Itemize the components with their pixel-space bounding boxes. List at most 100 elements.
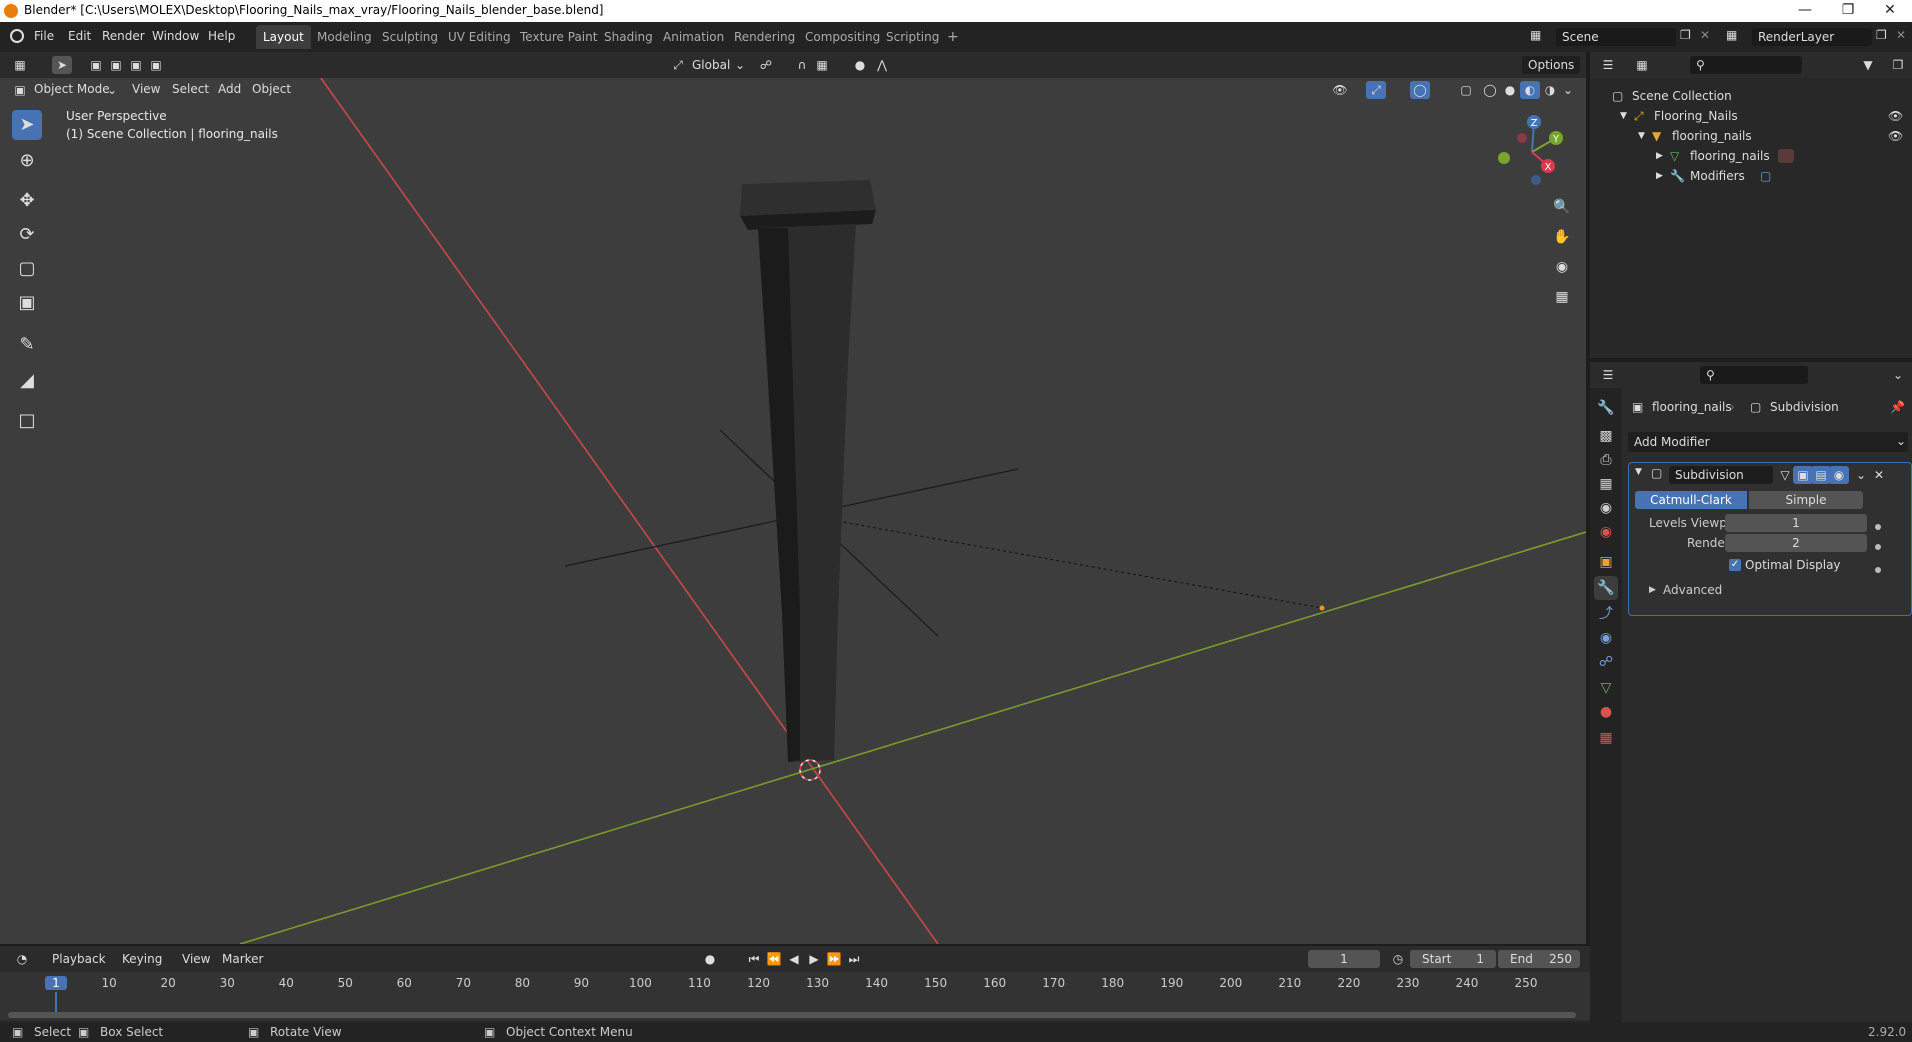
menu-window[interactable]: Window — [152, 29, 199, 43]
menu-playback[interactable]: Playback — [52, 950, 106, 968]
xray-toggle-icon[interactable]: ▢ — [1456, 81, 1476, 99]
select-box-tool-icon[interactable]: ➤ — [12, 110, 42, 140]
select-mode-subtract-icon[interactable]: ▣ — [126, 56, 146, 74]
menu-marker[interactable]: Marker — [222, 950, 263, 968]
solid-shading-icon[interactable]: ● — [1500, 81, 1520, 99]
add-modifier-dropdown[interactable]: Add Modifier ⌄ — [1628, 432, 1908, 452]
rotate-tool-icon[interactable]: ⟳ — [12, 220, 42, 250]
object-mode-dropdown[interactable]: Object Mode — [34, 80, 110, 98]
levels-viewport-field[interactable]: 1 — [1725, 514, 1867, 532]
world-tab-icon[interactable]: ◉ — [1594, 520, 1618, 544]
measure-tool-icon[interactable]: ◢ — [12, 366, 42, 396]
tab-shading[interactable]: Shading — [597, 25, 660, 49]
keyframe-dot-icon[interactable] — [1875, 519, 1881, 533]
menu-file[interactable]: File — [34, 29, 54, 43]
outliner-search-input[interactable]: ⚲ — [1690, 56, 1802, 74]
tab-uv-editing[interactable]: UV Editing — [441, 25, 518, 49]
timeline-scrollbar[interactable] — [8, 1012, 1576, 1018]
overlay-toggle-icon[interactable]: ◯ — [1410, 81, 1430, 99]
material-shading-icon[interactable]: ◐ — [1520, 81, 1540, 99]
modifier-tab-icon[interactable]: 🔧 — [1594, 576, 1618, 600]
navigation-gizmo[interactable]: Z Y X — [1492, 112, 1572, 192]
play-icon[interactable]: ▶ — [804, 950, 824, 968]
new-scene-icon[interactable]: ❐ — [1680, 28, 1691, 42]
disclosure-icon[interactable]: ▼ — [1638, 126, 1645, 146]
restore-icon[interactable]: ❐ — [1828, 2, 1868, 18]
falloff-icon[interactable]: ⋀ — [872, 56, 892, 74]
transform-orientation-icon[interactable]: ⤢ — [668, 56, 688, 74]
menu-view[interactable]: View — [132, 80, 160, 98]
select-mode-new-icon[interactable]: ▣ — [86, 56, 106, 74]
particles-tab-icon[interactable]: ⤴ — [1594, 602, 1618, 626]
scene-tab-icon[interactable]: ◉ — [1594, 496, 1618, 520]
record-icon[interactable]: ● — [700, 950, 720, 968]
render-toggle-icon[interactable]: ◉ — [1829, 466, 1849, 484]
transform-orientation-dropdown[interactable]: Global — [692, 56, 730, 74]
select-tool-icon[interactable]: ➤ — [52, 56, 72, 74]
view-layer-field[interactable]: RenderLayer — [1752, 28, 1872, 46]
editor-type-icon[interactable]: ◔ — [12, 950, 32, 968]
add-workspace-icon[interactable]: + — [940, 25, 966, 49]
output-tab-icon[interactable]: ⎙ — [1594, 448, 1618, 472]
collapse-icon[interactable]: ▼ — [1635, 467, 1642, 477]
editor-type-icon[interactable]: ☰ — [1598, 366, 1618, 384]
new-collection-icon[interactable]: ❐ — [1888, 56, 1908, 74]
delete-scene-icon[interactable]: ✕ — [1700, 28, 1710, 42]
select-mode-extend-icon[interactable]: ▣ — [106, 56, 126, 74]
advanced-disclosure-icon[interactable]: ▶ — [1649, 585, 1656, 595]
tab-animation[interactable]: Animation — [656, 25, 731, 49]
menu-view[interactable]: View — [182, 950, 210, 968]
jump-end-icon[interactable]: ⏭ — [844, 950, 864, 968]
delete-view-layer-icon[interactable]: ✕ — [1896, 28, 1906, 42]
scene-browse-icon[interactable]: ▦ — [1530, 28, 1541, 42]
display-mode-icon[interactable]: ▦ — [1632, 56, 1652, 74]
new-view-layer-icon[interactable]: ❐ — [1876, 28, 1887, 42]
select-mode-intersect-icon[interactable]: ▣ — [146, 56, 166, 74]
disclosure-icon[interactable]: ▶ — [1656, 146, 1663, 166]
camera-view-icon[interactable]: ◉ — [1552, 258, 1572, 276]
options-dropdown[interactable]: Options — [1522, 56, 1581, 74]
outliner-item-mesh-data[interactable]: ▶ ▽ flooring_nails — [1590, 146, 1912, 166]
edit-mode-toggle-icon[interactable]: ▽ — [1775, 466, 1795, 484]
cursor-tool-icon[interactable]: ⊕ — [12, 146, 42, 176]
minimize-icon[interactable]: — — [1785, 2, 1825, 18]
keyframe-dot-icon[interactable] — [1875, 562, 1881, 576]
play-reverse-icon[interactable]: ◀ — [784, 950, 804, 968]
tab-sculpting[interactable]: Sculpting — [375, 25, 445, 49]
preview-range-icon[interactable]: ◷ — [1388, 950, 1408, 968]
optimal-display-checkbox[interactable]: ✓ — [1729, 559, 1741, 571]
tab-compositing[interactable]: Compositing — [798, 25, 887, 49]
annotate-tool-icon[interactable]: ✎ — [12, 330, 42, 360]
move-tool-icon[interactable]: ✥ — [12, 186, 42, 216]
keyframe-dot-icon[interactable] — [1875, 539, 1881, 553]
tab-scripting[interactable]: Scripting — [879, 25, 946, 49]
tab-layout[interactable]: Layout — [256, 25, 311, 49]
end-frame-field[interactable]: End 250 — [1498, 950, 1580, 968]
zoom-icon[interactable]: 🔍 — [1552, 198, 1572, 216]
wireframe-shading-icon[interactable]: ◯ — [1480, 81, 1500, 99]
snap-icon[interactable]: ∩ — [792, 56, 812, 74]
menu-edit[interactable]: Edit — [68, 29, 91, 43]
algorithm-simple-button[interactable]: Simple — [1749, 491, 1863, 509]
cage-toggle-icon[interactable]: ▣ — [1793, 466, 1813, 484]
tab-modeling[interactable]: Modeling — [310, 25, 379, 49]
menu-select[interactable]: Select — [172, 80, 209, 98]
constraints-tab-icon[interactable]: ☍ — [1594, 650, 1618, 674]
snap-target-icon[interactable]: ▦ — [812, 56, 832, 74]
eye-icon[interactable]: 👁 — [1888, 126, 1903, 146]
editor-type-icon[interactable]: ▦ — [10, 56, 30, 74]
physics-tab-icon[interactable]: ◉ — [1594, 626, 1618, 650]
menu-help[interactable]: Help — [208, 29, 235, 43]
jump-start-icon[interactable]: ⏮ — [744, 950, 764, 968]
scene-field[interactable]: Scene — [1556, 28, 1676, 46]
scale-tool-icon[interactable]: ▢ — [12, 254, 42, 284]
advanced-panel-label[interactable]: Advanced — [1663, 583, 1722, 597]
tool-tab-icon[interactable]: 🔧 — [1594, 396, 1618, 420]
data-tab-icon[interactable]: ▽ — [1594, 676, 1618, 700]
outliner-item-flooring-nails-object[interactable]: ▼ ▼ flooring_nails 👁 — [1590, 126, 1912, 146]
pin-icon[interactable]: 📌 — [1890, 400, 1905, 414]
viewport-toggle-icon[interactable]: ▤ — [1811, 466, 1831, 484]
visibility-icon[interactable]: 👁 — [1330, 81, 1350, 99]
prev-keyframe-icon[interactable]: ⏪ — [764, 950, 784, 968]
menu-object[interactable]: Object — [252, 80, 291, 98]
